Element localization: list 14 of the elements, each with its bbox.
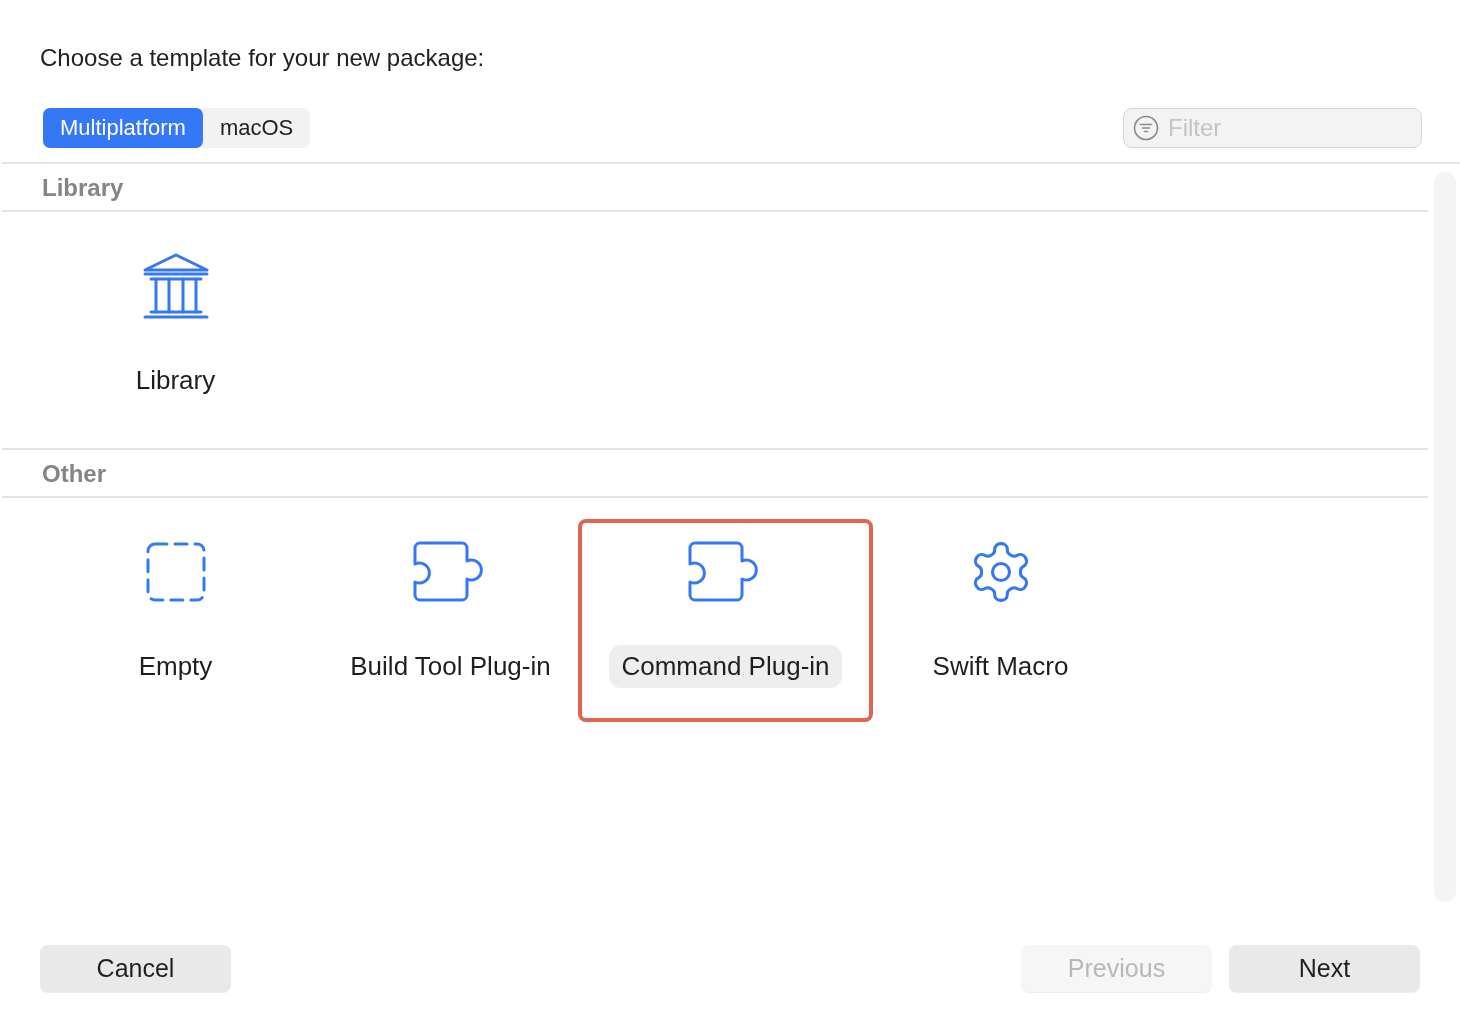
cancel-button[interactable]: Cancel	[40, 945, 231, 992]
template-label[interactable]: Swift Macro	[920, 645, 1081, 688]
platform-tab[interactable]: Multiplatform	[43, 108, 203, 148]
template-label[interactable]: Library	[123, 359, 228, 402]
section-header: Other	[2, 450, 1428, 498]
template-label[interactable]: Build Tool Plug-in	[338, 645, 563, 688]
section-header: Library	[2, 164, 1428, 212]
template-label[interactable]: Empty	[126, 645, 225, 688]
dashed-square-icon	[145, 542, 206, 602]
nav-button[interactable]: Next	[1229, 945, 1420, 992]
dialog-prompt: Choose a template for your new package:	[39, 43, 486, 73]
filter-icon	[1133, 115, 1159, 141]
platform-tab[interactable]: macOS	[202, 108, 311, 148]
template-label[interactable]: Command Plug-in	[609, 645, 842, 688]
